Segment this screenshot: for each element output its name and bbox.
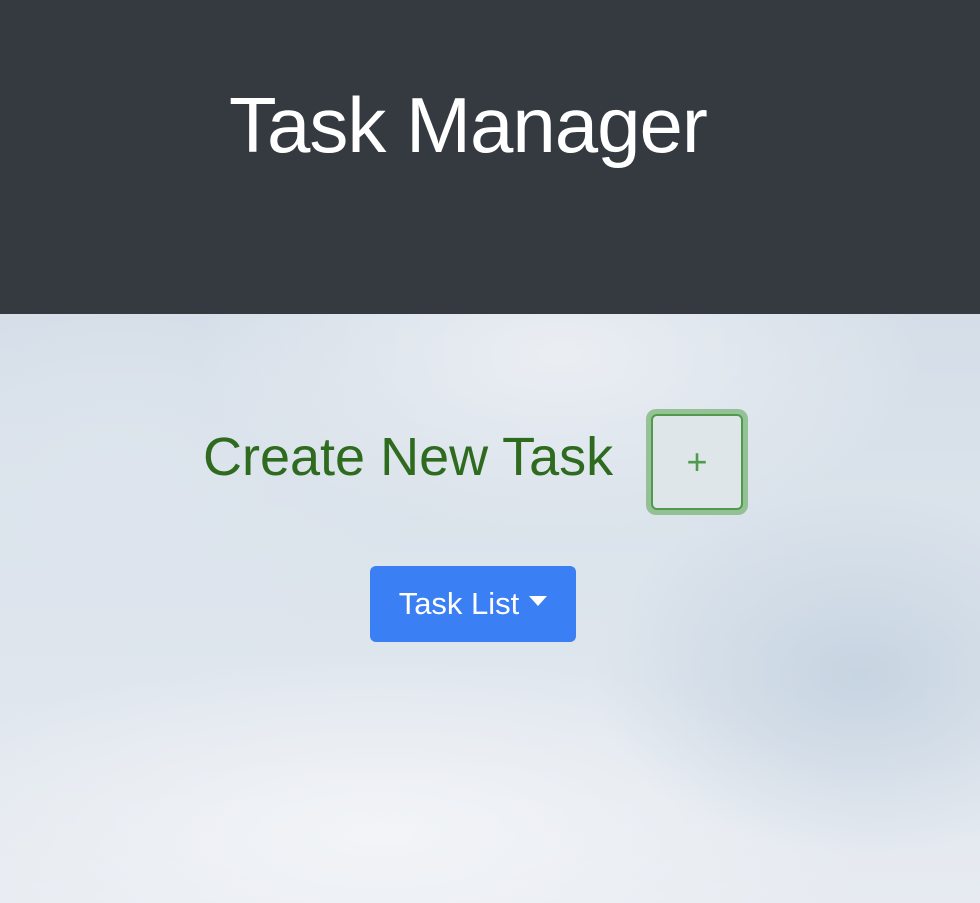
plus-icon: +: [651, 414, 743, 510]
task-list-dropdown-button[interactable]: Task List: [370, 566, 576, 642]
caret-down-icon: [529, 596, 548, 606]
task-list-label: Task List: [398, 586, 520, 621]
app-header: Task Manager: [0, 0, 980, 314]
app-title: Task Manager: [229, 81, 708, 169]
create-task-heading: Create New Task: [203, 427, 614, 487]
add-task-button[interactable]: +: [646, 409, 748, 515]
